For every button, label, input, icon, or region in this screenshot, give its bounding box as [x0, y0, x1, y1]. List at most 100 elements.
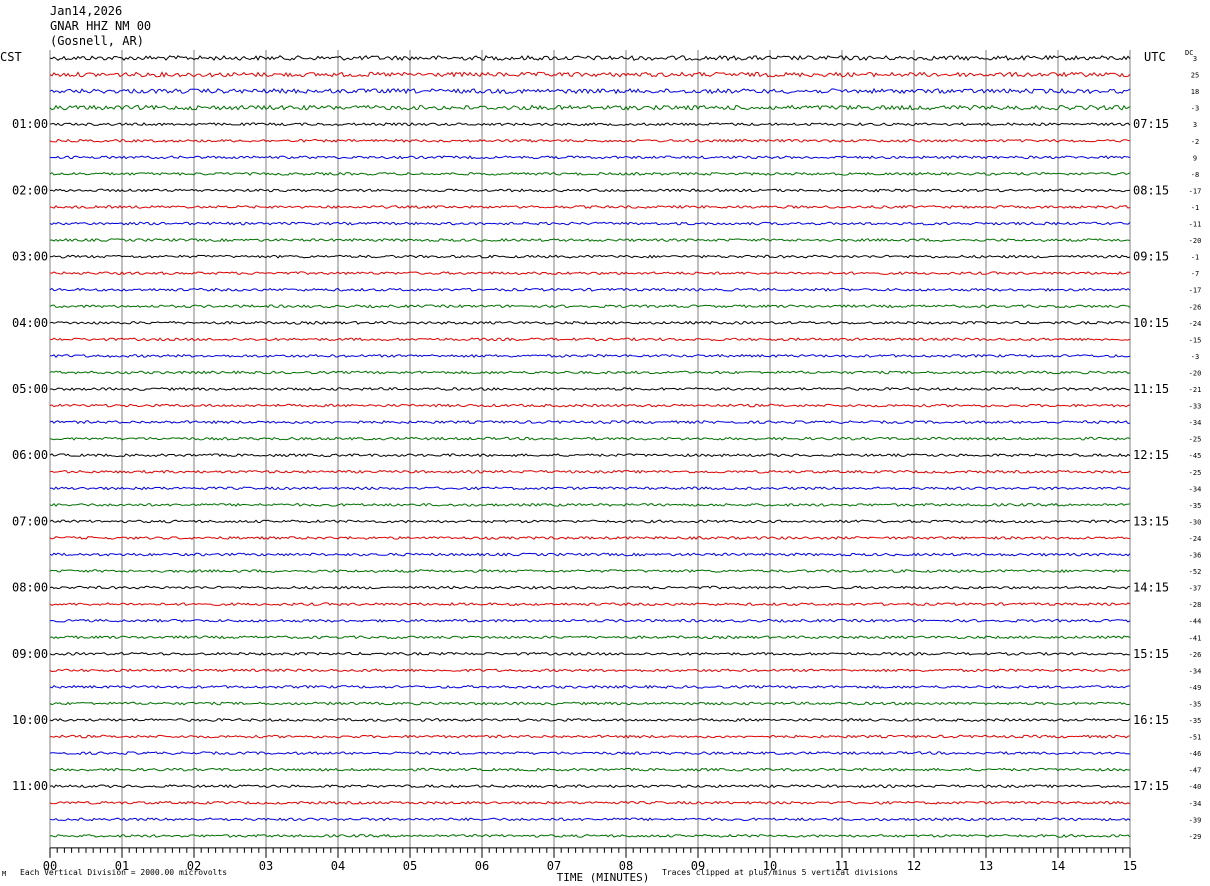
dc-offset-label: -26 — [1189, 651, 1202, 659]
right-hour-label: 13:15 — [1133, 514, 1169, 528]
seismic-trace-46 — [49, 800, 1131, 805]
dc-offset-label: -24 — [1189, 535, 1202, 543]
dc-offset-label: -17 — [1189, 187, 1202, 195]
left-hour-label: 02:00 — [12, 183, 48, 197]
seismic-trace-39 — [49, 684, 1131, 690]
right-hour-label: 07:15 — [1133, 117, 1169, 131]
dc-offset-label: -3 — [1191, 353, 1199, 361]
dc-offset-label: -8 — [1191, 171, 1199, 179]
seismic-trace-1 — [49, 54, 1131, 62]
dc-offset-label: -29 — [1189, 833, 1202, 841]
dc-offset-label: -2 — [1191, 138, 1199, 146]
seismic-trace-21 — [50, 386, 1131, 392]
seismic-trace-25 — [49, 453, 1131, 458]
seismic-trace-37 — [49, 651, 1131, 656]
seismic-trace-6 — [49, 138, 1131, 143]
x-tick-label-03: 03 — [259, 859, 273, 873]
seismic-trace-35 — [49, 618, 1131, 623]
x-tick-label-12: 12 — [907, 859, 921, 873]
x-tick-label-15: 15 — [1123, 859, 1137, 873]
left-hour-label: 10:00 — [12, 713, 48, 727]
dc-offset-label: -25 — [1189, 436, 1202, 444]
seismic-trace-18 — [49, 337, 1131, 342]
seismic-trace-27 — [49, 486, 1131, 491]
x-tick-label-06: 06 — [475, 859, 489, 873]
clip-note: Traces clipped at plus/minus 5 vertical … — [662, 868, 899, 877]
dc-offset-label: -51 — [1189, 734, 1202, 742]
seismic-trace-22 — [49, 403, 1131, 408]
seismic-trace-20 — [49, 370, 1131, 375]
seismic-trace-40 — [49, 701, 1131, 706]
left-hour-label: 01:00 — [12, 117, 48, 131]
seismic-trace-48 — [49, 833, 1131, 838]
dc-offset-label: 3 — [1193, 121, 1197, 129]
seismic-trace-32 — [49, 569, 1131, 574]
dc-offset-label: -49 — [1189, 684, 1202, 692]
seismic-trace-7 — [49, 155, 1131, 160]
seismic-trace-38 — [49, 668, 1131, 673]
left-hour-label: 11:00 — [12, 779, 48, 793]
dc-offset-label: -46 — [1189, 750, 1202, 758]
dc-offset-label: -37 — [1189, 585, 1202, 593]
right-hour-label: 09:15 — [1133, 250, 1169, 264]
helicorder-chart: 00 01 02 03 04 05 06 07 08 09 10 11 12 13 14 15TIME (MI… — [12, 50, 1201, 884]
left-hour-label: 05:00 — [12, 382, 48, 396]
seismic-trace-24 — [49, 436, 1131, 441]
seismic-trace-12 — [49, 238, 1131, 243]
dc-offset-label: -33 — [1189, 403, 1202, 411]
seismic-trace-10 — [49, 204, 1131, 209]
seismic-trace-23 — [49, 420, 1131, 425]
left-hour-label: 08:00 — [12, 581, 48, 595]
label-layer: 00 01 02 03 04 05 06 07 08 09 10 11 12 13 14 15TIME (MI… — [12, 55, 1201, 884]
dc-offset-label: -3 — [1191, 105, 1199, 113]
x-tick-label-04: 04 — [331, 859, 345, 873]
dc-offset-label: 3 — [1193, 55, 1197, 63]
seismic-trace-26 — [49, 469, 1131, 474]
seismic-trace-15 — [49, 287, 1131, 292]
seismic-trace-3 — [49, 87, 1131, 95]
seismic-trace-36 — [49, 635, 1131, 640]
x-axis-title: TIME (MINUTES) — [557, 871, 650, 884]
seismic-trace-33 — [49, 585, 1131, 590]
dc-offset-label: -1 — [1191, 254, 1199, 262]
seismic-trace-45 — [49, 784, 1131, 789]
dc-offset-label: -36 — [1189, 552, 1202, 560]
dc-offset-label: -35 — [1189, 502, 1202, 510]
dc-offset-label: -26 — [1189, 303, 1202, 311]
dc-offset-label: -21 — [1189, 386, 1202, 394]
seismic-trace-42 — [49, 734, 1131, 739]
seismic-trace-13 — [49, 254, 1131, 259]
seismic-trace-14 — [50, 271, 1131, 276]
dc-offset-label: -1 — [1191, 204, 1199, 212]
dc-offset-label: -20 — [1189, 237, 1202, 245]
seismic-trace-44 — [49, 767, 1131, 772]
dc-offset-label: -41 — [1189, 634, 1202, 642]
dc-offset-label: -7 — [1191, 270, 1199, 278]
seismic-trace-47 — [49, 817, 1131, 822]
dc-offset-label: -34 — [1189, 800, 1202, 808]
seismic-trace-5 — [49, 122, 1131, 127]
right-hour-label: 14:15 — [1133, 581, 1169, 595]
seismic-trace-43 — [49, 751, 1131, 756]
dc-offset-label: -25 — [1189, 469, 1202, 477]
right-hour-label: 16:15 — [1133, 713, 1169, 727]
dc-offset-label: -15 — [1189, 336, 1202, 344]
seismic-trace-9 — [49, 188, 1131, 193]
dc-offset-label: -34 — [1189, 419, 1202, 427]
seismic-trace-16 — [49, 304, 1131, 309]
right-hour-label: 08:15 — [1133, 183, 1169, 197]
seismic-trace-4 — [49, 104, 1131, 111]
seismic-trace-2 — [49, 71, 1131, 78]
dc-offset-label: -45 — [1189, 452, 1202, 460]
dc-offset-label: 18 — [1191, 88, 1199, 96]
seismic-trace-41 — [49, 718, 1131, 723]
dc-offset-label: -28 — [1189, 601, 1202, 609]
dc-offset-label: -30 — [1189, 518, 1202, 526]
dc-offset-label: -47 — [1189, 767, 1202, 775]
seismic-trace-28 — [49, 502, 1131, 507]
seismic-trace-31 — [49, 552, 1131, 557]
right-hour-label: 11:15 — [1133, 382, 1169, 396]
corner-mark: M — [2, 870, 7, 878]
left-hour-label: 09:00 — [12, 647, 48, 661]
left-hour-label: 03:00 — [12, 250, 48, 264]
